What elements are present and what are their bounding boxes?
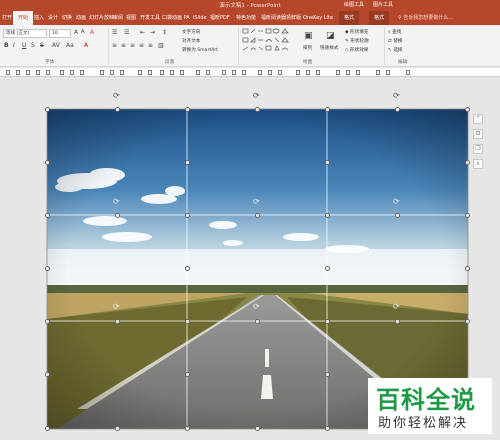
- resize-handle[interactable]: [185, 160, 190, 165]
- resize-handle[interactable]: [465, 213, 470, 218]
- resize-handle[interactable]: [255, 213, 260, 218]
- resize-handle[interactable]: [45, 160, 50, 165]
- resize-handle[interactable]: [325, 426, 330, 431]
- copy-icon[interactable]: ❐: [473, 144, 483, 154]
- resize-handle[interactable]: [325, 319, 330, 324]
- rotate-handle-icon[interactable]: ⟳: [113, 198, 120, 206]
- rotate-handle-icon[interactable]: ⟳: [393, 303, 400, 311]
- resize-handle[interactable]: [45, 319, 50, 324]
- rotate-handle-icon[interactable]: ⟳: [253, 198, 260, 206]
- layout-options-icon[interactable]: ⊡: [473, 129, 483, 139]
- resize-handle[interactable]: [185, 266, 190, 271]
- watermark-tagline: 助你轻松解决: [378, 416, 469, 431]
- rotate-handle-icon[interactable]: ⟳: [253, 92, 260, 100]
- rotate-handle-icon[interactable]: ⟳: [253, 303, 260, 311]
- resize-handle[interactable]: [325, 107, 330, 112]
- resize-handle[interactable]: [45, 266, 50, 271]
- resize-handle[interactable]: [185, 426, 190, 431]
- resize-handle[interactable]: [185, 372, 190, 377]
- resize-handle[interactable]: [395, 107, 400, 112]
- resize-handle[interactable]: [185, 319, 190, 324]
- resize-handle[interactable]: [45, 107, 50, 112]
- resize-handle[interactable]: [465, 160, 470, 165]
- resize-handle[interactable]: [325, 160, 330, 165]
- resize-handle[interactable]: [185, 213, 190, 218]
- resize-handle[interactable]: [465, 319, 470, 324]
- resize-handle[interactable]: [255, 319, 260, 324]
- resize-handle[interactable]: [395, 213, 400, 218]
- resize-handle[interactable]: [325, 266, 330, 271]
- resize-handle[interactable]: [395, 319, 400, 324]
- resize-handle[interactable]: [255, 107, 260, 112]
- resize-handle[interactable]: [185, 107, 190, 112]
- resize-handle[interactable]: [115, 107, 120, 112]
- resize-handle[interactable]: [115, 319, 120, 324]
- scroll-up-icon[interactable]: ⌃: [473, 114, 483, 124]
- resize-handle[interactable]: [115, 213, 120, 218]
- rotate-handle-icon[interactable]: ⟳: [393, 92, 400, 100]
- resize-handle[interactable]: [325, 372, 330, 377]
- rotate-handle-icon[interactable]: ⟳: [113, 92, 120, 100]
- rotate-handle-icon[interactable]: ⟳: [113, 303, 120, 311]
- resize-handle[interactable]: [465, 266, 470, 271]
- resize-handle[interactable]: [115, 426, 120, 431]
- watermark-brand: 百科全说: [376, 386, 476, 414]
- resize-handle[interactable]: [45, 213, 50, 218]
- resize-handle[interactable]: [45, 426, 50, 431]
- search-icon[interactable]: ⌕: [473, 159, 483, 169]
- crop-grid-overlay: [46, 108, 469, 430]
- watermark-logo: 百科全说 助你轻松解决: [368, 378, 492, 434]
- rotate-handle-icon[interactable]: ⟳: [393, 198, 400, 206]
- resize-handle[interactable]: [465, 107, 470, 112]
- resize-handle[interactable]: [45, 372, 50, 377]
- resize-handle[interactable]: [255, 426, 260, 431]
- resize-handle[interactable]: [325, 213, 330, 218]
